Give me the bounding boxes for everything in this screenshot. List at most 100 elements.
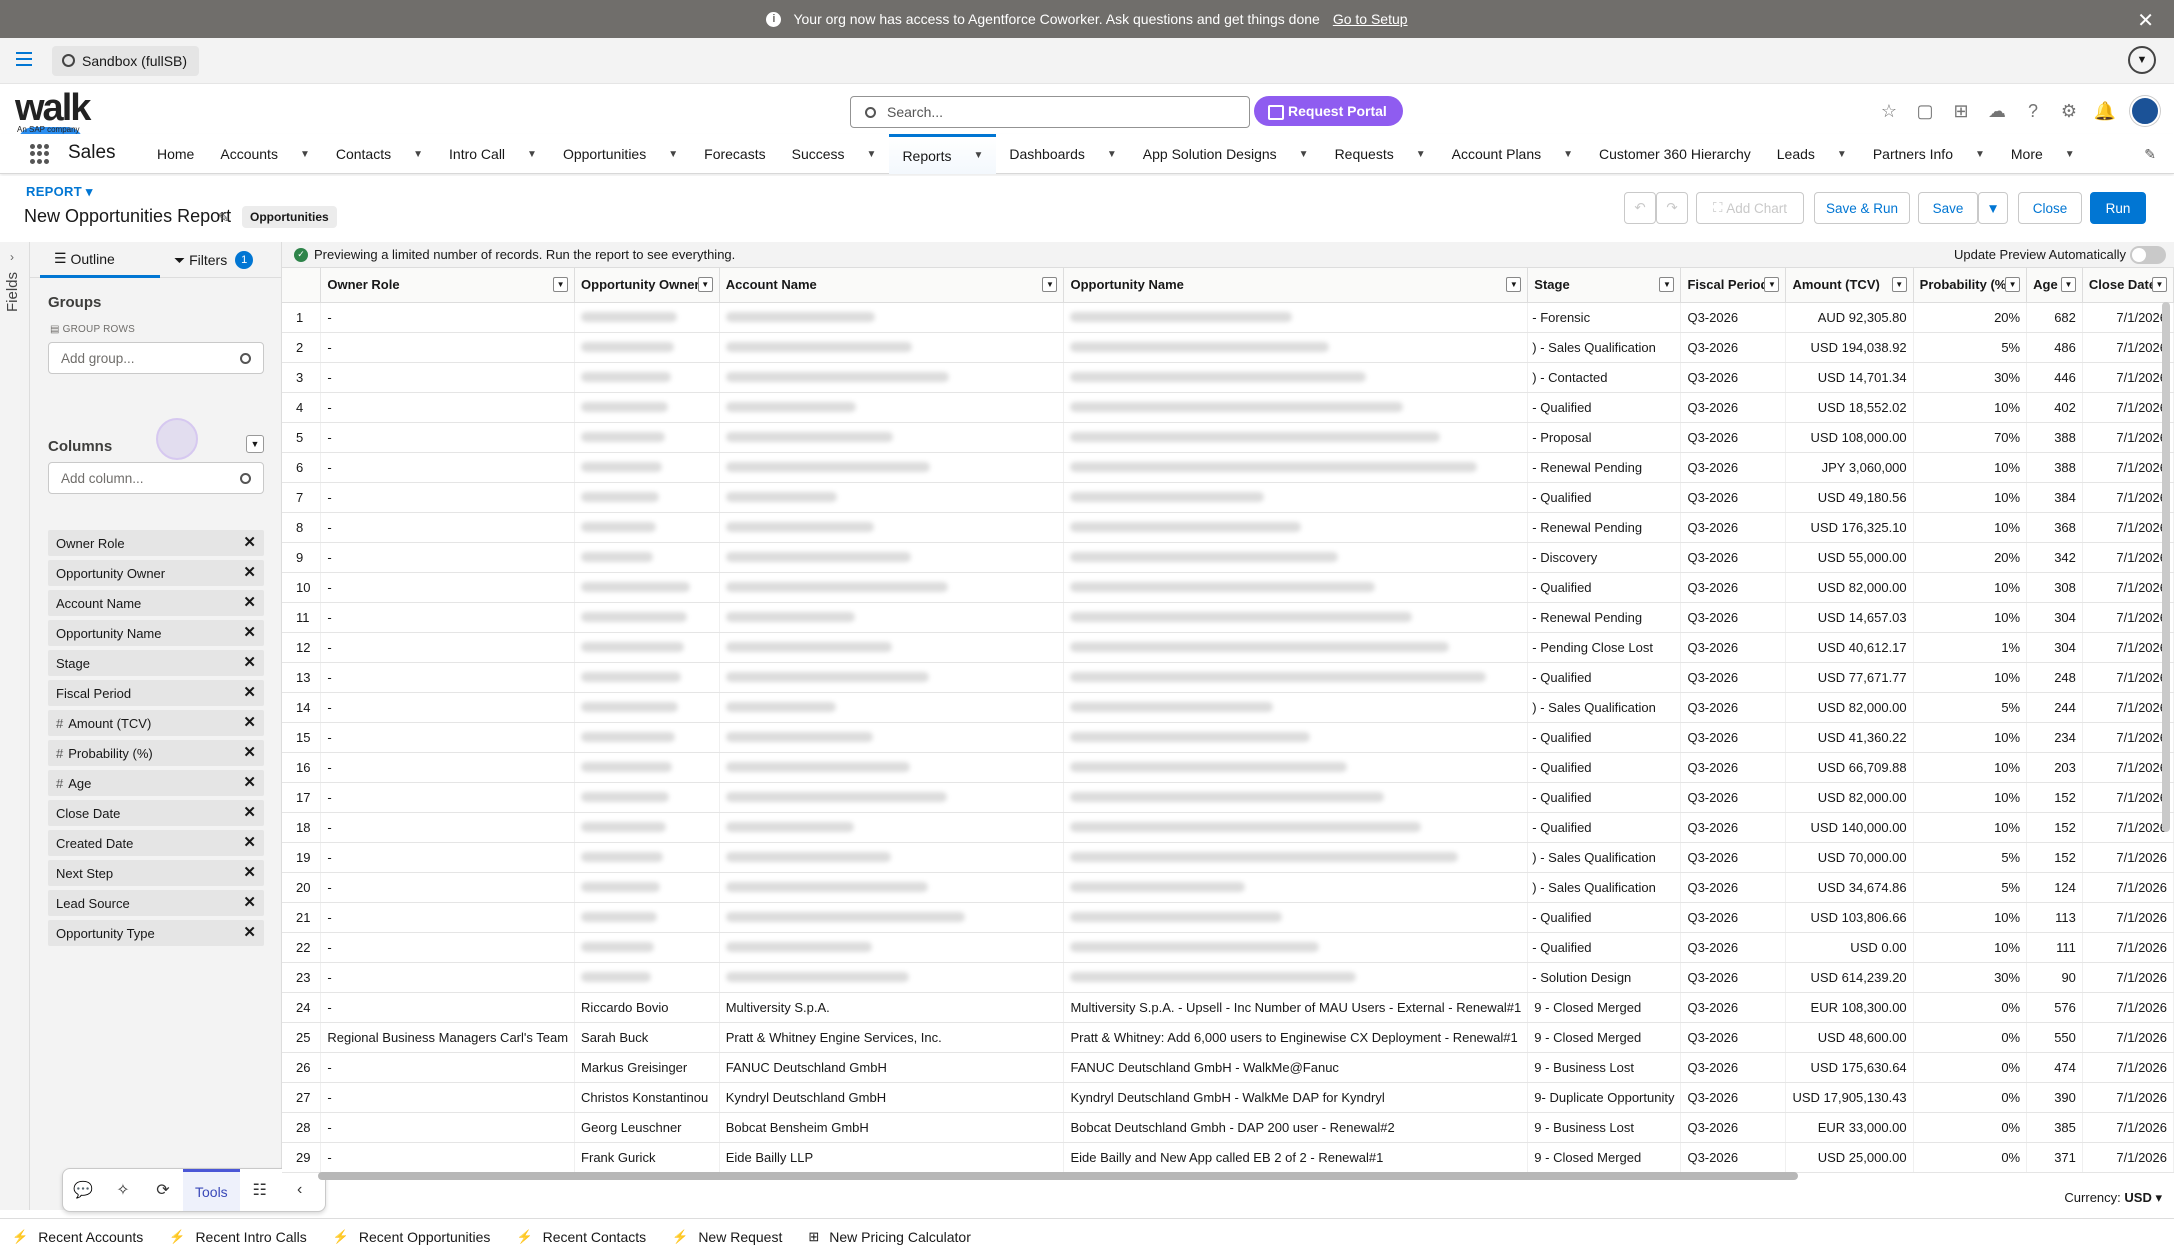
nav-item-more[interactable]: More ▼: [1998, 134, 2088, 174]
column-item[interactable]: Opportunity Type ✕: [48, 920, 264, 946]
favorites-list-icon[interactable]: ▢: [1914, 100, 1936, 122]
walkme-logo[interactable]: walkme An SAP company: [15, 89, 135, 165]
add-chart-button[interactable]: ⛶ Add Chart: [1696, 192, 1804, 224]
table-row[interactable]: 17- - Qualified Q3-2026 USD 82,000.00 10% 152…: [282, 782, 2174, 813]
table-row[interactable]: 13- - Qualified Q3-2026 USD 77,671.77 10% 248…: [282, 662, 2174, 693]
table-row[interactable]: 27- Christos Konstantinou Kyndryl Deutschl…: [282, 1082, 2174, 1113]
edit-nav-pencil-icon[interactable]: ✎: [2144, 146, 2156, 163]
table-row[interactable]: 15- - Qualified Q3-2026 USD 41,360.22 10% 234…: [282, 722, 2174, 753]
chevron-down-icon[interactable]: ▼: [517, 149, 547, 160]
chevron-down-icon[interactable]: ▼: [403, 149, 433, 160]
column-header[interactable]: Probability (%) ▼: [1913, 268, 2028, 303]
nav-item-success[interactable]: Success ▼: [779, 134, 890, 174]
tab-filters[interactable]: ⏷ Filters 1: [166, 242, 276, 278]
table-row[interactable]: 3-) - Contacted Q3-2026 USD 14,701.34 30% 44…: [282, 362, 2174, 393]
collapse-chevron-icon[interactable]: ‹: [280, 1181, 320, 1199]
menu-icon[interactable]: [16, 52, 32, 66]
currency-indicator[interactable]: Currency: USD ▾: [2064, 1190, 2162, 1206]
column-item[interactable]: Next Step ✕: [48, 860, 264, 886]
column-item[interactable]: Stage ✕: [48, 650, 264, 676]
column-menu-chevron-icon[interactable]: ▼: [2060, 277, 2076, 292]
user-avatar[interactable]: [2130, 96, 2160, 126]
column-item[interactable]: # Probability (%) ✕: [48, 740, 264, 766]
fields-rail[interactable]: › Fields: [0, 242, 30, 1210]
table-row[interactable]: 1- - Forensic Q3-2026 AUD 92,305.80 20% 682 7/…: [282, 302, 2174, 333]
auto-preview-toggle[interactable]: [2130, 246, 2166, 264]
utility-item[interactable]: ⚡ Recent Intro Calls: [169, 1229, 306, 1245]
table-row[interactable]: 29- Frank Gurick Eide Bailly LLP Eide Baill…: [282, 1142, 2174, 1173]
table-row[interactable]: 23- - Solution Design Q3-2026 USD 614,239.2…: [282, 962, 2174, 993]
table-row[interactable]: 8- - Renewal Pending Q3-2026 USD 176,325.10…: [282, 512, 2174, 543]
remove-column-icon[interactable]: ✕: [243, 923, 256, 941]
nav-item-app-solution-designs[interactable]: App Solution Designs ▼: [1130, 134, 1322, 174]
column-item[interactable]: # Amount (TCV) ✕: [48, 710, 264, 736]
refresh-icon[interactable]: ⟳: [143, 1180, 183, 1200]
nav-item-contacts[interactable]: Contacts ▼: [323, 134, 436, 174]
sliders-icon[interactable]: ☷: [240, 1180, 280, 1200]
nav-item-account-plans[interactable]: Account Plans ▼: [1439, 134, 1586, 174]
utility-item[interactable]: ⊞ New Pricing Calculator: [808, 1229, 971, 1245]
remove-column-icon[interactable]: ✕: [243, 653, 256, 671]
vertical-scrollbar[interactable]: [2162, 302, 2170, 832]
table-row[interactable]: 14-) - Sales Qualification Q3-2026 USD 82,…: [282, 692, 2174, 723]
column-item[interactable]: Opportunity Name ✕: [48, 620, 264, 646]
column-menu-chevron-icon[interactable]: ▼: [1042, 277, 1058, 292]
save-and-run-button[interactable]: Save & Run: [1814, 192, 1910, 224]
run-button[interactable]: Run: [2090, 192, 2146, 224]
remove-column-icon[interactable]: ✕: [243, 773, 256, 791]
global-actions-plus-icon[interactable]: ⊞: [1950, 100, 1972, 122]
column-item[interactable]: Owner Role ✕: [48, 530, 264, 556]
column-item[interactable]: Opportunity Owner ✕: [48, 560, 264, 586]
remove-column-icon[interactable]: ✕: [243, 593, 256, 611]
favorites-star-icon[interactable]: ☆: [1878, 100, 1900, 122]
table-row[interactable]: 25 Regional Business Managers Carl's Team…: [282, 1022, 2174, 1053]
column-item[interactable]: Created Date ✕: [48, 830, 264, 856]
add-group-input[interactable]: Add group...: [48, 342, 264, 374]
go-to-setup-link[interactable]: Go to Setup: [1333, 11, 1408, 27]
table-row[interactable]: 21- - Qualified Q3-2026 USD 103,806.66 10% 11…: [282, 902, 2174, 933]
remove-column-icon[interactable]: ✕: [243, 893, 256, 911]
chevron-down-icon[interactable]: ▼: [1097, 149, 1127, 160]
column-menu-chevron-icon[interactable]: ▼: [2152, 277, 2167, 292]
nav-item-forecasts[interactable]: Forecasts: [691, 134, 778, 174]
nav-item-home[interactable]: Home: [144, 134, 207, 174]
chevron-down-icon[interactable]: ▼: [1827, 149, 1857, 160]
column-menu-chevron-icon[interactable]: ▼: [1764, 277, 1780, 292]
columns-menu-chevron-icon[interactable]: ▼: [246, 435, 264, 453]
global-search-input[interactable]: Search...: [850, 96, 1250, 128]
table-row[interactable]: 19-) - Sales Qualification Q3-2026 USD 70,…: [282, 842, 2174, 873]
redo-icon[interactable]: ↷: [1656, 192, 1688, 224]
chevron-down-icon[interactable]: ▼: [290, 149, 320, 160]
nav-item-accounts[interactable]: Accounts ▼: [207, 134, 323, 174]
nav-item-partners-info[interactable]: Partners Info ▼: [1860, 134, 1998, 174]
column-header[interactable]: Fiscal Period ▼: [1680, 268, 1787, 303]
chevron-down-icon[interactable]: ▼: [963, 150, 993, 161]
table-row[interactable]: 26- Markus Greisinger FANUC Deutschland Gm…: [282, 1052, 2174, 1083]
table-row[interactable]: 22- - Qualified Q3-2026 USD 0.00 10% 111 7/1/2…: [282, 932, 2174, 963]
column-menu-chevron-icon[interactable]: ▼: [1506, 277, 1522, 292]
utility-item[interactable]: ⚡ Recent Opportunities: [333, 1229, 491, 1245]
column-header[interactable]: Account Name ▼: [719, 268, 1065, 303]
undo-icon[interactable]: ↶: [1624, 192, 1656, 224]
table-row[interactable]: 9- - Discovery Q3-2026 USD 55,000.00 20% 342 7…: [282, 542, 2174, 573]
nav-item-reports[interactable]: Reports ▼: [889, 134, 997, 174]
chevron-down-icon[interactable]: ▼: [1553, 149, 1583, 160]
save-options-chevron-icon[interactable]: ▼: [1978, 192, 2008, 224]
table-row[interactable]: 7- - Qualified Q3-2026 USD 49,180.56 10% 384 7…: [282, 482, 2174, 513]
column-header[interactable]: Age ▼: [2026, 268, 2083, 303]
column-menu-chevron-icon[interactable]: ▼: [1891, 277, 1907, 292]
remove-column-icon[interactable]: ✕: [243, 623, 256, 641]
horizontal-scrollbar[interactable]: [318, 1172, 1798, 1182]
table-row[interactable]: 10- - Qualified Q3-2026 USD 82,000.00 10% 308…: [282, 572, 2174, 603]
remove-column-icon[interactable]: ✕: [243, 803, 256, 821]
utility-item[interactable]: ⚡ New Request: [672, 1229, 782, 1245]
table-row[interactable]: 4- - Qualified Q3-2026 USD 18,552.02 10% 402 7…: [282, 392, 2174, 423]
nav-item-customer-360-hierarchy[interactable]: Customer 360 Hierarchy: [1586, 134, 1764, 174]
magic-wand-icon[interactable]: ✧: [103, 1180, 143, 1200]
utility-item[interactable]: ⚡ Recent Contacts: [516, 1229, 646, 1245]
nav-item-dashboards[interactable]: Dashboards ▼: [996, 134, 1129, 174]
edit-title-pencil-icon[interactable]: ✎: [218, 210, 229, 226]
tools-tab[interactable]: Tools: [183, 1169, 240, 1211]
close-icon[interactable]: ✕: [2137, 8, 2154, 33]
notification-bell-icon[interactable]: 🔔: [2094, 100, 2116, 122]
